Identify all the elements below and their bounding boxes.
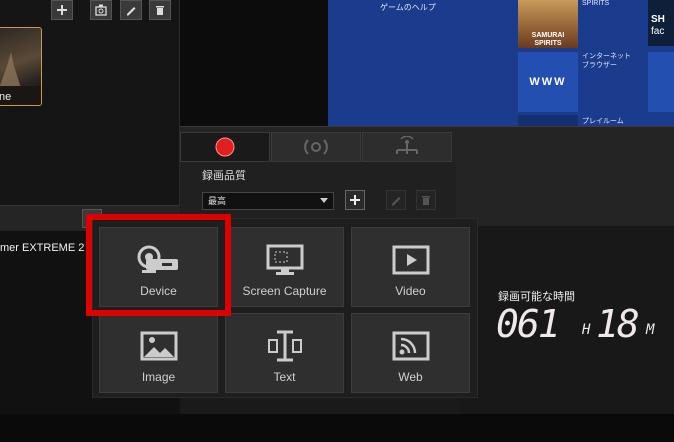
- quality-label: 録画品質: [202, 170, 246, 182]
- plus-icon: [57, 5, 67, 15]
- monitor-icon: [255, 242, 315, 278]
- game-preview: ゲームのヘルプ SAMURAI SPIRITS SPIRITS WWW インター…: [328, 0, 674, 126]
- playroom-tile: [518, 115, 578, 126]
- share-title: SH: [651, 14, 665, 25]
- chevron-down-icon: [320, 198, 328, 203]
- scene-thumbnail[interactable]: ne: [0, 27, 42, 106]
- quality-value: 最高: [208, 196, 227, 206]
- delete-quality-button[interactable]: [416, 190, 436, 210]
- image-icon: [129, 328, 189, 364]
- game-subtitle: SPIRITS: [582, 0, 610, 7]
- gallery-tile: [648, 52, 674, 112]
- game-tile-samurai: SAMURAI SPIRITS: [518, 0, 578, 48]
- source-label: Screen Capture: [242, 284, 327, 298]
- recording-panel: [180, 126, 674, 227]
- camera-icon: [95, 4, 107, 16]
- video-play-icon: [381, 242, 441, 278]
- tab-stream[interactable]: [271, 132, 361, 162]
- device-icon: [129, 242, 189, 278]
- share-sub: fac: [651, 26, 665, 37]
- quality-dropdown[interactable]: 最高: [202, 192, 334, 210]
- source-web-button[interactable]: Web: [351, 313, 470, 393]
- minutes-unit: M: [646, 322, 655, 338]
- help-text: ゲームのヘルプ: [380, 3, 436, 12]
- device-list-item[interactable]: mer EXTREME 2: [0, 242, 84, 254]
- tab-network[interactable]: [362, 132, 452, 162]
- remaining-time-display: 061 H 18 M: [496, 302, 674, 346]
- plus-icon: [350, 195, 360, 205]
- delete-scene-button[interactable]: [149, 0, 171, 20]
- share-tile: SH fac: [648, 0, 674, 46]
- scene-panel: ne: [0, 0, 180, 205]
- record-icon: [215, 137, 235, 157]
- source-label: Image: [141, 370, 176, 384]
- hours-unit: H: [582, 322, 591, 338]
- source-text-button[interactable]: Text: [225, 313, 344, 393]
- source-label: Web: [398, 370, 423, 384]
- game-title: SAMURAI SPIRITS: [531, 32, 565, 47]
- source-picker: Device Screen Capture Video Image Text W…: [92, 218, 478, 398]
- text-cursor-icon: [255, 328, 315, 364]
- bottom-bar: [0, 414, 674, 442]
- pencil-icon: [127, 7, 136, 16]
- edit-scene-button[interactable]: [120, 0, 142, 20]
- edit-quality-button[interactable]: [386, 190, 406, 210]
- source-label: Video: [395, 284, 426, 298]
- www-icon: WWW: [529, 76, 567, 88]
- pencil-icon: [392, 197, 401, 206]
- hours-value: 061: [496, 302, 561, 346]
- trash-icon: [156, 6, 164, 15]
- trash-icon: [422, 196, 430, 205]
- broadcast-icon: [304, 139, 328, 155]
- browser-tile: WWW: [518, 52, 578, 112]
- source-image-button[interactable]: Image: [99, 313, 218, 393]
- network-icon: [396, 136, 418, 154]
- source-label: Text: [273, 370, 296, 384]
- add-quality-button[interactable]: [345, 190, 365, 210]
- scene-label: ne: [0, 91, 12, 103]
- add-scene-button[interactable]: [51, 0, 73, 20]
- browser-label: インターネット ブラウザー: [582, 53, 631, 69]
- source-device-button[interactable]: Device: [99, 227, 218, 307]
- tab-record[interactable]: [180, 132, 270, 162]
- capture-settings-button[interactable]: [90, 0, 112, 20]
- minutes-value: 18: [596, 302, 640, 346]
- source-video-button[interactable]: Video: [351, 227, 470, 307]
- source-label: Device: [140, 284, 177, 298]
- playroom-label: プレイルーム: [582, 118, 624, 125]
- source-screen-capture-button[interactable]: Screen Capture: [225, 227, 344, 307]
- cast-icon: [381, 328, 441, 364]
